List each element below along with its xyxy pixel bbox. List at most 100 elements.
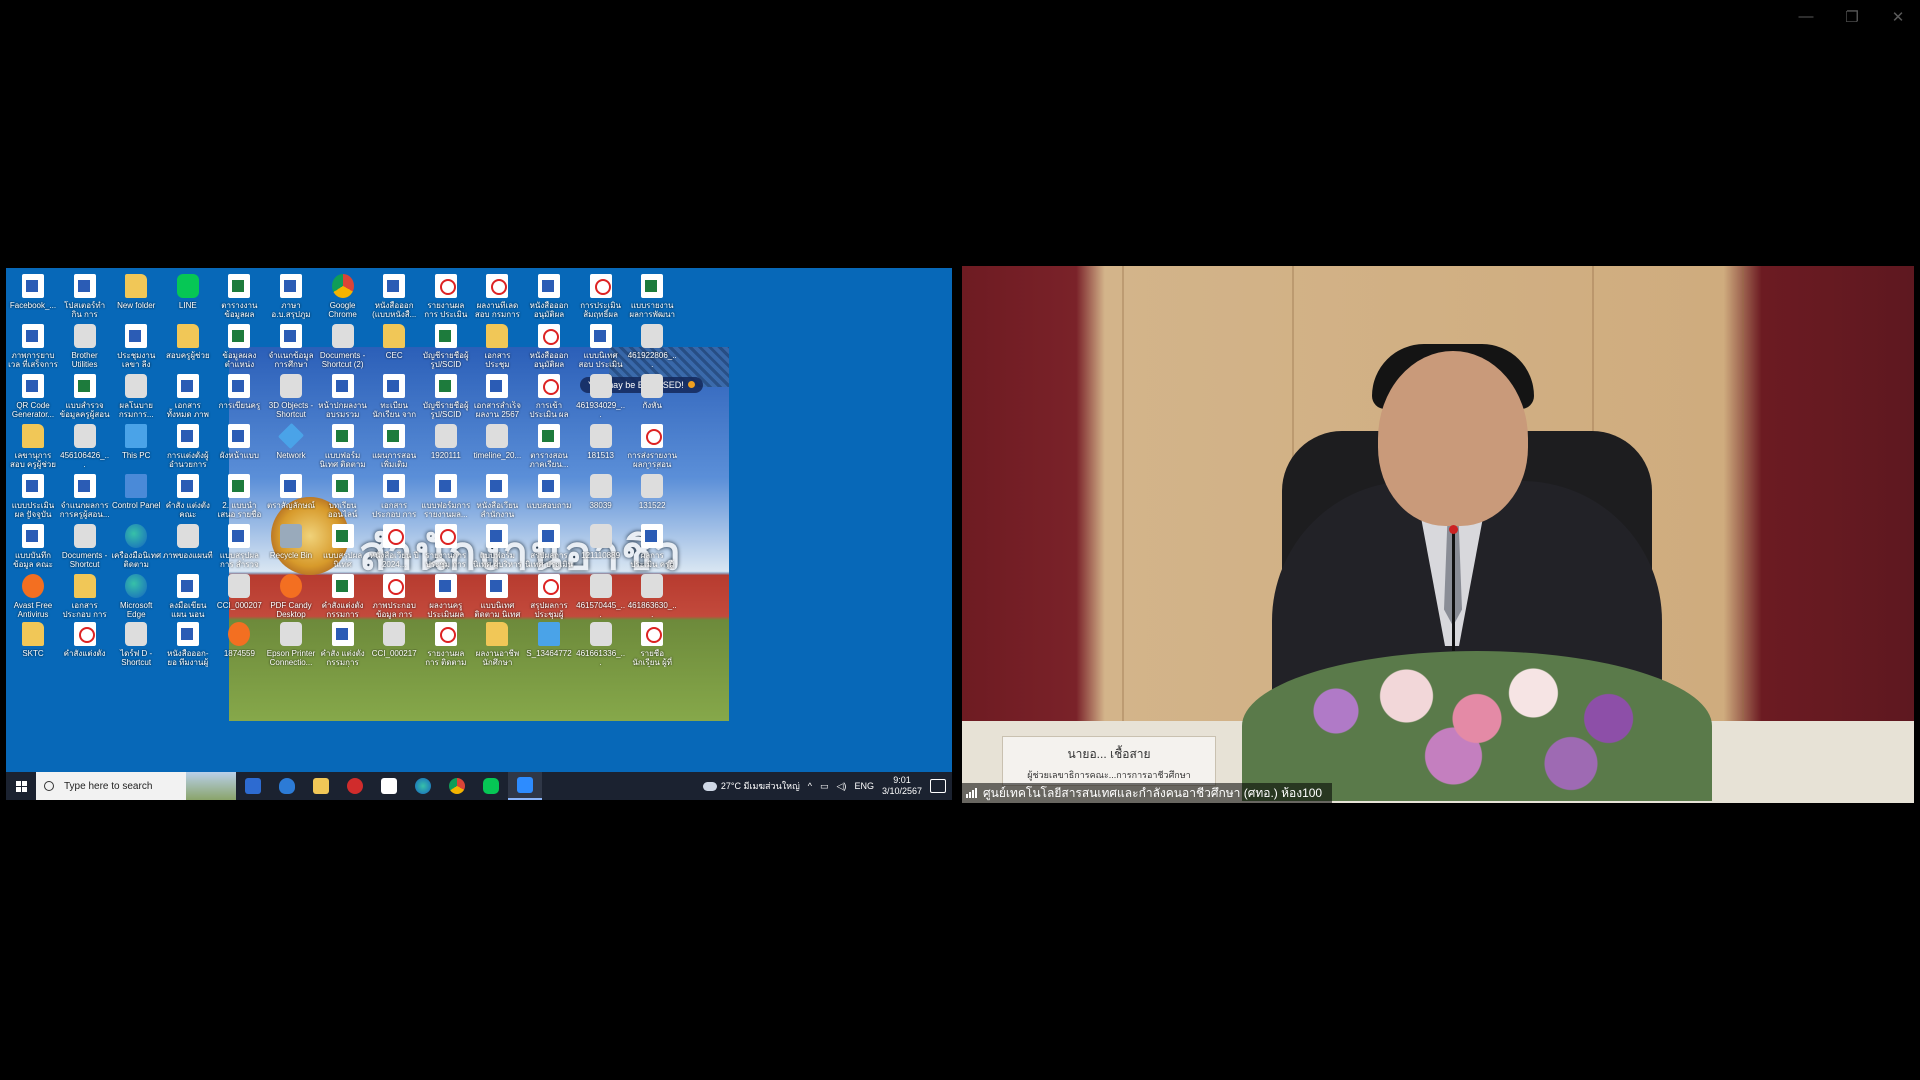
taskbar-app-recorder[interactable] <box>338 772 372 800</box>
desktop-icon[interactable]: บัญชีรายชื่อผู้ รูป/SCID 2024... <box>421 374 471 419</box>
desktop-icon[interactable]: 38039 <box>576 474 626 510</box>
desktop-icon[interactable]: Recycle Bin <box>266 524 316 560</box>
desktop-icon[interactable]: Google Chrome <box>318 274 368 319</box>
taskbar-app-word[interactable] <box>372 772 406 800</box>
desktop-icon[interactable]: ประชุมงานเลขา ลีง <box>111 324 161 369</box>
participant-video[interactable]: นายอ... เชื้อสาย ผู้ช่วยเลขาธิการคณะ...ก… <box>962 266 1914 803</box>
desktop-icon[interactable]: เอกสารประกอบ การประชุม <box>369 474 419 519</box>
taskbar-app-chrome[interactable] <box>440 772 474 800</box>
desktop-icon[interactable]: Epson Printer Connectio... <box>266 622 316 667</box>
desktop-icon[interactable]: รายงานการประชุม การขับเคลื่อน... <box>421 524 471 569</box>
taskbar-app-edge[interactable] <box>406 772 440 800</box>
desktop-icon[interactable]: 461661336_... <box>576 622 626 667</box>
language-indicator[interactable]: ENG <box>854 781 874 791</box>
desktop-icon[interactable]: แบบสอบถาม <box>524 474 574 510</box>
desktop-icon[interactable]: ตารางสอน ภาคเรียน... <box>524 424 574 469</box>
desktop-icon[interactable]: คำสั่ง แต่งตั้ง กรรมการ หน้าที่... <box>318 622 368 667</box>
desktop-icon[interactable]: This PC <box>111 424 161 460</box>
desktop-icon[interactable]: แบบนิเทศ ติดตาม นิเทศ <box>472 574 522 619</box>
desktop-icon[interactable]: คำสั่ง แต่งตั้ง คณะกรรมการ... <box>163 474 213 519</box>
desktop-icon[interactable]: ตารางงาน ข้อมูลผลการ... <box>214 274 264 319</box>
desktop-icon[interactable]: Network <box>266 422 316 460</box>
desktop-icon[interactable]: ผลงานอาชีพ นักศึกษา <box>472 622 522 667</box>
volume-icon[interactable]: ◁) <box>837 781 847 792</box>
desktop-icon[interactable]: LINE <box>163 274 213 310</box>
desktop-icon[interactable]: 461922806_... <box>627 324 677 369</box>
desktop-icon[interactable]: ภาพประกอบข้อมูล การพัฒนาบุคลากร... <box>369 574 419 619</box>
desktop-icon[interactable]: เอกสารประชุม กรรมการ... <box>472 324 522 369</box>
desktop-icon[interactable]: 461570445_... <box>576 574 626 619</box>
restore-icon[interactable]: ❐ <box>1842 8 1862 26</box>
desktop-icon[interactable]: สอบครูผู้ช่วย <box>163 324 213 360</box>
desktop-icon[interactable]: แบบสำรวจ ข้อมูลครูผู้สอน <box>60 374 110 419</box>
desktop-icon[interactable]: CCI_000207 <box>214 574 264 610</box>
desktop-icon[interactable]: ภาพของแผนที่ <box>163 524 213 560</box>
taskbar-app-outlook[interactable] <box>236 772 270 800</box>
desktop-icon[interactable]: คำสั่งแต่งตั้ง <box>60 622 110 658</box>
desktop-icon[interactable]: หนังสือเวียน สำนักงาน 2567 <box>472 474 522 519</box>
desktop-icon[interactable]: สรุปผลการ ประชุมผู้ปกครอง... <box>524 574 574 619</box>
desktop-icon[interactable]: จำแนกผลการ การครูผู้สอน... <box>60 474 110 519</box>
desktop-icon[interactable]: กังหัน <box>627 374 677 410</box>
desktop-icon[interactable]: โปสเตอร์ทำกิน การประเมิน... <box>60 274 110 319</box>
desktop-icon[interactable]: เครื่องมือนิเทศ ติดตาม Cam... <box>111 524 161 569</box>
desktop-icon[interactable]: ผังหน้าแบบ <box>214 424 264 460</box>
desktop-icon[interactable]: การเข้าประเมิน ผลงานทีเลดสอบ... <box>524 374 574 419</box>
desktop-icon[interactable]: แบบสรุปผลการ สำรวจ <box>214 524 264 569</box>
chevron-up-icon[interactable]: ^ <box>808 781 812 791</box>
desktop-icon[interactable]: ผลโนบาย กรมการ... <box>111 374 161 419</box>
desktop-icon[interactable]: 456106426_... <box>60 424 110 469</box>
desktop-icon[interactable]: ข้อมูลผลง ตำแหน่งพนัก... <box>214 324 264 369</box>
desktop-icon[interactable]: 2. แบบนำเสนอ รายชื่อนักเรียน... <box>214 474 264 519</box>
desktop-icon[interactable]: 1920111 <box>421 424 471 460</box>
desktop-icon[interactable]: คำสั่งแต่งตั้ง กรรมการทำงาน... <box>318 574 368 619</box>
desktop-icon[interactable]: การส่งรายงาน ผลการสอน ครั้งที่... <box>627 424 677 469</box>
desktop-icon[interactable]: รายงานผลการ ติดตาม กรณ... <box>421 622 471 667</box>
desktop-icon[interactable]: หนังสือออก (แบบหนังสื... <box>369 274 419 319</box>
desktop-icon[interactable]: ผลงานทีเลดสอบ กรมการบาศึก... <box>472 274 522 319</box>
desktop-icon[interactable]: เลขานุการ สอบ ครูผู้ช่วย <box>8 424 58 469</box>
weather-widget[interactable]: 27°C มีเมฆส่วนใหญ่ <box>702 779 800 793</box>
desktop-icon[interactable]: หน้าปกผลงาน อบรมรวม 2566 <box>318 374 368 419</box>
desktop-icon[interactable]: PDF Candy Desktop <box>266 574 316 619</box>
desktop-icon[interactable]: จำแนกข้อมูล การศึกษาอาชีพ... <box>266 324 316 369</box>
desktop-icon[interactable]: เอกสารสำเร็จ ผลงาน 2567 <box>472 374 522 419</box>
desktop-icon[interactable]: การเขียนครู <box>214 374 264 410</box>
desktop-icon[interactable]: timeline_20... <box>472 424 522 460</box>
desktop-icon[interactable]: สรุปผลการนิเทศ ประเมินผลการ... <box>524 524 574 569</box>
desktop-icon[interactable]: 131522 <box>627 474 677 510</box>
desktop-icon[interactable]: Documents - Shortcut (2) <box>318 324 368 369</box>
desktop-icon[interactable]: ตราสัญลักษณ์ <box>266 474 316 510</box>
desktop-icon[interactable]: Microsoft Edge <box>111 574 161 619</box>
desktop-icon[interactable]: แบบบันทึกข้อมูล คณะกรรมการ <box>8 524 58 569</box>
desktop-icon[interactable]: Facebook_... <box>8 274 58 310</box>
minimize-icon[interactable]: — <box>1796 8 1816 26</box>
desktop-icon[interactable]: 461934029_... <box>576 374 626 419</box>
desktop-icon[interactable]: ผลการประเมิน ครูผู้สอนรายวิชา... <box>627 524 677 569</box>
desktop-icon[interactable]: SKTC <box>8 622 58 658</box>
desktop-icon[interactable]: S_13464772 <box>524 622 574 658</box>
desktop-icon[interactable]: แบบฟอร์มนิเทศ ผู้บริหารสถาน... <box>472 524 522 569</box>
taskbar-app-file-explorer[interactable] <box>304 772 338 800</box>
taskbar-app-zoom[interactable] <box>508 772 542 800</box>
desktop-icon[interactable]: หนังสือเวียน ปี 2024... <box>369 524 419 569</box>
desktop-icon[interactable]: Control Panel <box>111 474 161 510</box>
desktop-icon[interactable]: บทเรียนออนไลน์ <box>318 474 368 519</box>
desktop-icon[interactable]: แบบนิเทศ สอบ ประเมินสำหรับ... <box>576 324 626 369</box>
desktop-icon[interactable]: CCI_000217 <box>369 622 419 658</box>
desktop-icon[interactable]: เอกสารทั้งหมด ภาพ <box>163 374 213 419</box>
close-icon[interactable]: ✕ <box>1888 8 1908 26</box>
taskbar-app-line[interactable] <box>474 772 508 800</box>
desktop-icon[interactable]: ภาษา อ.บ.สรุปภูม <box>266 274 316 319</box>
desktop-icon[interactable]: แบบฟอร์มการ รายงานผล... <box>421 474 471 519</box>
desktop-icon[interactable]: New folder <box>111 274 161 310</box>
desktop-icon[interactable]: Brother Utilities <box>60 324 110 369</box>
notification-icon[interactable] <box>930 779 946 793</box>
desktop-icon[interactable]: การแต่งตั้งผู้ อำนวยการ ค... <box>163 424 213 469</box>
desktop-icon[interactable]: Avast Free Antivirus <box>8 574 58 619</box>
desktop-icon[interactable]: ผลงานครู ประเมินผล 2567 <box>421 574 471 619</box>
desktop-icon[interactable]: หนังสือออก อนุมัติผลอ้างอิง... <box>524 324 574 369</box>
desktop-icon[interactable]: 121110889 <box>576 524 626 560</box>
desktop-icon[interactable]: แผนการสอน เพิ่มเติมสาระ... <box>369 424 419 469</box>
desktop-icon[interactable]: เอกสารประกอบ การพัฒนาครูผู้... <box>60 574 110 619</box>
